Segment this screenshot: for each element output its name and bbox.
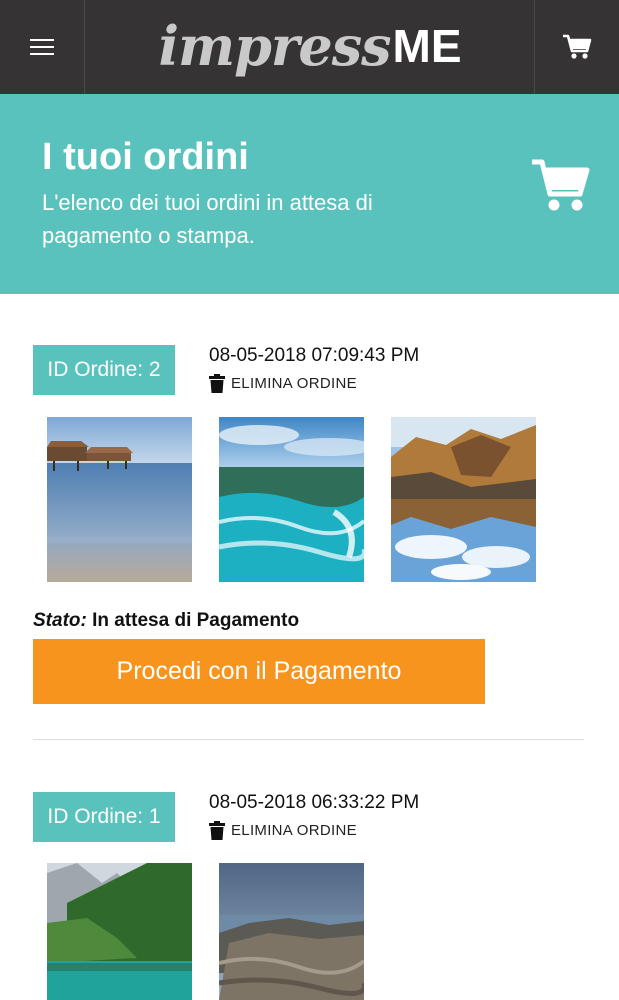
order-divider: [33, 739, 584, 740]
menu-button[interactable]: [0, 0, 85, 94]
alpine-lake-forest-photo[interactable]: [47, 863, 192, 1000]
top-navigation-bar: impress ME: [0, 0, 619, 94]
trash-icon: [209, 374, 225, 393]
order-status: Stato: In attesa di Pagamento: [33, 610, 299, 632]
turquoise-waves-photo[interactable]: [219, 417, 364, 582]
shopping-cart-icon: [532, 159, 590, 211]
rocky-coast-photo[interactable]: [219, 863, 364, 1000]
cart-button[interactable]: [534, 0, 619, 94]
order-status-label: Stato:: [33, 610, 87, 631]
delete-order-label: ELIMINA ORDINE: [231, 822, 357, 839]
pier-on-lake-photo[interactable]: [47, 417, 192, 582]
hamburger-menu-icon: [30, 34, 54, 60]
logo-script-text: impress: [158, 14, 391, 78]
delete-order-button[interactable]: ELIMINA ORDINE: [209, 821, 357, 840]
delete-order-button[interactable]: ELIMINA ORDINE: [209, 374, 357, 393]
cart-icon: [563, 34, 592, 59]
order-status-value: In attesa di Pagamento: [92, 610, 300, 631]
page-title: I tuoi ordini: [42, 136, 249, 178]
order-id-badge: ID Ordine: 2: [33, 345, 175, 395]
logo-me-text: ME: [392, 20, 462, 72]
order-id-badge: ID Ordine: 1: [33, 792, 175, 842]
order-date: 08-05-2018 07:09:43 PM: [209, 345, 420, 366]
delete-order-label: ELIMINA ORDINE: [231, 375, 357, 392]
trash-icon: [209, 821, 225, 840]
mountain-lake-reflection-photo[interactable]: [391, 417, 536, 582]
proceed-payment-button[interactable]: Procedi con il Pagamento: [33, 639, 485, 704]
page-subtitle: L'elenco dei tuoi ordini in attesa di pa…: [42, 190, 373, 248]
app-logo[interactable]: impress ME: [150, 6, 470, 86]
order-date: 08-05-2018 06:33:22 PM: [209, 792, 420, 813]
page-header-banner: I tuoi ordini L'elenco dei tuoi ordini i…: [0, 94, 619, 294]
